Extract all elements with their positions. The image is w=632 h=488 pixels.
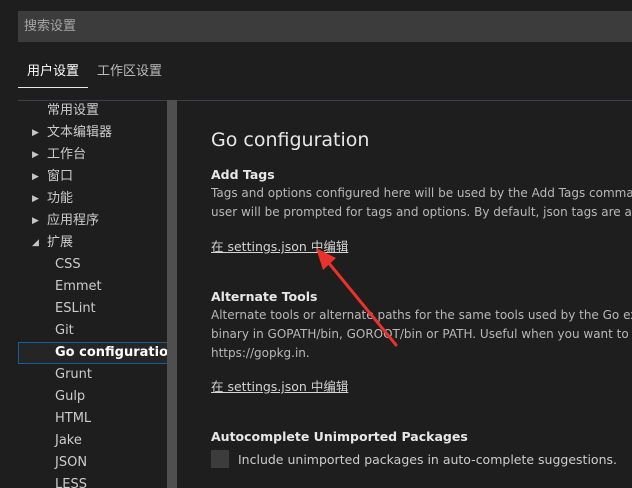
toc-item-text-editor[interactable]: ▶ 文本编辑器 <box>18 122 176 144</box>
setting-description-line: Tags and options configured here will be… <box>211 186 632 200</box>
settings-group-title: Go configuration <box>211 129 370 151</box>
toc-item-go-configuration[interactable]: Go configuration <box>18 342 178 364</box>
settings-editor: Go configuration Add Tags Tags and optio… <box>211 100 632 488</box>
chevron-right-icon: ▶ <box>32 216 39 226</box>
toc-item-label: JSON <box>55 455 88 470</box>
toc-item-label: Git <box>55 323 74 338</box>
toc-item-application[interactable]: ▶ 应用程序 <box>18 210 176 232</box>
setting-description-line: https://gopkg.in. <box>211 346 310 360</box>
toc-item-label: Go configuration <box>55 345 178 360</box>
toc-item-label: Grunt <box>55 367 92 382</box>
edit-in-settings-json-link[interactable]: 在 settings.json 中编辑 <box>211 376 348 395</box>
chevron-right-icon: ▶ <box>32 172 39 182</box>
setting-description-line: user will be prompted for tags and optio… <box>211 205 632 219</box>
toc-item-label: ESLint <box>55 301 96 316</box>
setting-title: Add Tags <box>211 167 275 182</box>
setting-add-tags: Add Tags Tags and options configured her… <box>211 166 632 255</box>
toc-item-less[interactable]: LESS <box>18 474 176 488</box>
toc-item-label: LESS <box>55 477 87 488</box>
toc-item-html[interactable]: HTML <box>18 408 176 430</box>
chevron-down-icon: ◢ <box>32 238 39 248</box>
toc-item-css[interactable]: CSS <box>18 254 176 276</box>
toc-item-gulp[interactable]: Gulp <box>18 386 176 408</box>
search-settings-box[interactable] <box>18 11 632 42</box>
tab-workspace-settings[interactable]: 工作区设置 <box>88 54 171 88</box>
chevron-right-icon: ▶ <box>32 150 39 160</box>
setting-description-line: binary in GOPATH/bin, GOROOT/bin or PATH… <box>211 327 632 341</box>
setting-autocomplete-unimported-packages: Autocomplete Unimported Packages Include… <box>211 428 632 468</box>
settings-tabs: 用户设置 工作区设置 <box>18 54 171 88</box>
autocomplete-unimported-checkbox[interactable] <box>211 450 229 468</box>
toc-item-grunt[interactable]: Grunt <box>18 364 176 386</box>
chevron-right-icon: ▶ <box>32 194 39 204</box>
setting-alternate-tools: Alternate Tools Alternate tools or alter… <box>211 288 632 395</box>
toc-item-label: 文本编辑器 <box>47 125 113 140</box>
toc-item-label: 功能 <box>47 191 74 206</box>
toc-item-window[interactable]: ▶ 窗口 <box>18 166 176 188</box>
tab-user-settings[interactable]: 用户设置 <box>18 54 89 88</box>
toc-item-eslint[interactable]: ESLint <box>18 298 176 320</box>
toc-scrollbar[interactable] <box>167 100 177 488</box>
toc-item-emmet[interactable]: Emmet <box>18 276 176 298</box>
toc-item-jake[interactable]: Jake <box>18 430 176 452</box>
setting-title: Alternate Tools <box>211 289 318 304</box>
toc-item-label: Jake <box>55 433 82 448</box>
search-input[interactable] <box>18 11 632 42</box>
toc-item-label: 扩展 <box>47 235 74 250</box>
toc-item-json[interactable]: JSON <box>18 452 176 474</box>
settings-toc: 常用设置 ▶ 文本编辑器 ▶ 工作台 ▶ 窗口 ▶ 功能 ▶ 应用程序 ◢ 扩展… <box>18 100 178 488</box>
toc-item-extensions[interactable]: ◢ 扩展 <box>18 232 176 254</box>
toc-item-common[interactable]: 常用设置 <box>18 100 176 122</box>
toc-item-workbench[interactable]: ▶ 工作台 <box>18 144 176 166</box>
toc-item-label: Emmet <box>55 279 102 294</box>
toc-item-features[interactable]: ▶ 功能 <box>18 188 176 210</box>
toc-item-label: CSS <box>55 257 81 272</box>
checkbox-row: Include unimported packages in auto-comp… <box>211 450 632 468</box>
toc-item-label: 常用设置 <box>47 103 100 118</box>
toc-item-label: 窗口 <box>47 169 74 184</box>
setting-title: Autocomplete Unimported Packages <box>211 429 468 444</box>
chevron-right-icon: ▶ <box>32 128 39 138</box>
checkbox-label: Include unimported packages in auto-comp… <box>238 451 617 467</box>
toc-item-label: 应用程序 <box>47 213 100 228</box>
toc-item-label: Gulp <box>55 389 86 404</box>
edit-in-settings-json-link[interactable]: 在 settings.json 中编辑 <box>211 236 348 255</box>
setting-description-line: Alternate tools or alternate paths for t… <box>211 308 632 322</box>
toc-item-label: HTML <box>55 411 92 426</box>
toc-item-git[interactable]: Git <box>18 320 176 342</box>
toc-item-label: 工作台 <box>47 147 87 162</box>
